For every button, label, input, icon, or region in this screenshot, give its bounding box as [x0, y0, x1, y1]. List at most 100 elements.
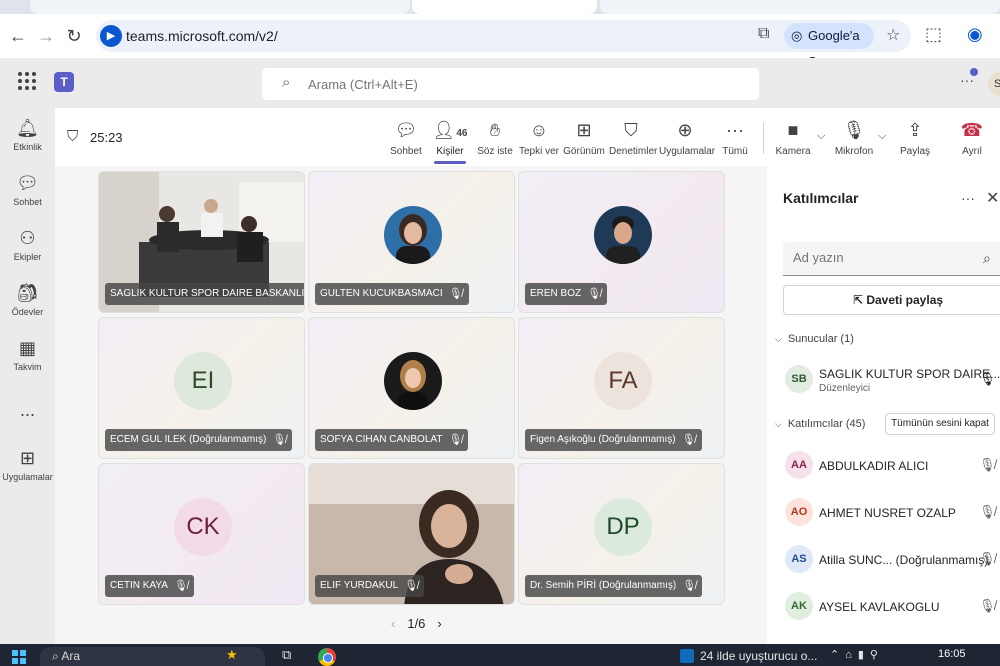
next-page-icon[interactable]: › — [437, 616, 441, 631]
apps-label: Uygulamalar — [659, 146, 716, 157]
moderation-button[interactable]: ⛉ Denetimler — [609, 118, 658, 162]
participant-name: ABDULKADIR ALICI — [819, 459, 929, 473]
video-tile[interactable]: CK CETIN KAYA 🎙︎̸ — [98, 463, 305, 605]
forward-icon[interactable]: → — [34, 24, 58, 48]
video-tile[interactable]: SAGLIK KULTUR SPOR DAIRE BASKANLIGI — [98, 171, 305, 313]
extensions-icon[interactable]: ⬚ — [925, 24, 942, 45]
app-launcher-icon[interactable] — [18, 72, 36, 90]
apps-button[interactable]: ⊕ Uygulamalar — [659, 118, 716, 162]
more-options-icon[interactable]: ··· — [961, 190, 975, 206]
participant-row[interactable]: AA ABDULKADIR ALICI 🎙︎̸ — [783, 448, 1000, 484]
participant-row[interactable]: SB SAGLIK KULTUR SPOR DAIRE... Düzenleyi… — [783, 362, 1000, 398]
participant-role: Düzenleyici — [819, 383, 871, 394]
mic-options-chevron-icon[interactable]: ⌵ — [878, 130, 886, 143]
mic-button[interactable]: 🎙︎ Mikrofon — [833, 118, 875, 162]
rail-item-apps[interactable]: ⊞ Uygulamalar — [0, 446, 55, 494]
url-text[interactable]: teams.microsoft.com/v2/ — [126, 28, 278, 44]
previous-page-icon[interactable]: ‹ — [391, 616, 395, 631]
participant-row[interactable]: AK AYSEL KAVLAKOGLU 🎙︎̸ — [783, 589, 1000, 625]
site-info-icon[interactable]: ▶ — [100, 25, 122, 47]
clock[interactable]: 16:05 — [938, 648, 966, 660]
participant-search-input[interactable] — [793, 250, 973, 265]
people-button[interactable]: 👤︎46 Kişiler — [430, 118, 470, 164]
video-tile[interactable]: EREN BOZ 🎙︎̸ — [518, 171, 725, 313]
chat-icon: 💬︎ — [16, 173, 39, 193]
leave-button[interactable]: ☎ Ayrıl — [957, 118, 987, 162]
presenters-section-toggle[interactable]: ⌵ Sunucular (1) — [775, 333, 854, 345]
browser-tab[interactable] — [30, 0, 410, 14]
participant-row[interactable]: AS Atilla SUNC... (Doğrulanmamış) 🎙︎̸ — [783, 542, 1000, 578]
news-icon[interactable] — [680, 649, 694, 663]
rail-item-calendar[interactable]: ▦ Takvim — [0, 336, 55, 384]
video-tile[interactable]: GULTEN KUCUKBASMACI 🎙︎̸ — [308, 171, 515, 313]
video-gallery: SAGLIK KULTUR SPOR DAIRE BASKANLIGI GULT… — [55, 166, 767, 644]
avatar: CK — [174, 498, 232, 556]
rail-label: Etkinlik — [13, 142, 42, 152]
rail-label: Ödevler — [11, 307, 44, 317]
mic-off-icon: 🎙︎̸ — [979, 504, 996, 519]
address-bar[interactable]: ▶ teams.microsoft.com/v2/ ⧉ ◎ Google'a S… — [96, 20, 911, 69]
share-button[interactable]: ⇪ Paylaş — [897, 118, 933, 162]
participant-search[interactable]: ⌕ — [783, 242, 1000, 276]
google-ask-button[interactable]: ◎ Google'a Sor — [784, 23, 874, 69]
browser-tab[interactable] — [600, 0, 1000, 14]
video-tile[interactable]: FA Figen Aşıkoğlu (Doğrulanmamış) 🎙︎̸ — [518, 317, 725, 459]
video-tile[interactable]: EI ECEM GUL ILEK (Doğrulanmamış) 🎙︎̸ — [98, 317, 305, 459]
mute-all-button[interactable]: Tümünün sesini kapat — [885, 413, 995, 435]
profile-icon[interactable]: ◉ — [967, 24, 983, 45]
avatar: FA — [594, 352, 652, 410]
moderation-label: Denetimler — [609, 146, 658, 157]
share-invite-button[interactable]: ⇱ Daveti paylaş — [783, 285, 1000, 315]
react-button[interactable]: ☺ Tepki ver — [519, 118, 559, 162]
windows-start-icon[interactable] — [12, 650, 26, 664]
attendees-header: Katılımcılar (45) — [787, 418, 866, 430]
participant-row[interactable]: AO AHMET NUSRET OZALP 🎙︎̸ — [783, 495, 1000, 531]
mic-off-icon: 🎙︎̸ — [681, 434, 696, 446]
bookmark-star-icon[interactable]: ☆ — [886, 25, 900, 45]
participant-name: GULTEN KUCUKBASMACI — [320, 288, 443, 299]
chat-button[interactable]: 💬︎ Sohbet — [386, 118, 426, 162]
widgets-icon[interactable]: ★ — [226, 647, 238, 663]
avatar[interactable]: S — [988, 72, 1000, 96]
participant-name-badge: CETIN KAYA 🎙︎̸ — [105, 575, 194, 597]
chrome-taskbar-icon[interactable] — [318, 648, 336, 666]
attendees-section-toggle[interactable]: ⌵ Katılımcılar (45) — [775, 418, 865, 430]
page-indicator: 1/6 — [407, 616, 426, 631]
microphone-icon: 🎙︎ — [979, 371, 996, 386]
rail-item-activity[interactable]: 🔔︎ Etkinlik — [0, 116, 55, 164]
video-tile[interactable]: DP Dr. Semih PİRİ (Doğrulanmamış) 🎙︎̸ — [518, 463, 725, 605]
camera-button[interactable]: ■ Kamera — [774, 118, 812, 162]
notification-dot — [970, 68, 978, 76]
teams-search[interactable]: ⌕ — [262, 68, 759, 100]
more-button[interactable]: ··· Tümü — [719, 118, 751, 162]
reload-icon[interactable]: ↻ — [62, 24, 86, 48]
teams-header: T ⌕ ··· S — [0, 58, 1000, 108]
raise-hand-button[interactable]: ✋︎ Söz iste — [475, 118, 515, 162]
participant-name: Atilla SUNC... (Doğrulanmamış) — [819, 553, 989, 567]
hand-icon: ✋︎ — [489, 120, 501, 140]
mic-off-icon: 🎙︎̸ — [404, 580, 419, 592]
news-headline[interactable]: 24 ilde uyuşturucu o... — [700, 649, 817, 663]
video-tile[interactable]: ELIF YURDAKUL 🎙︎̸ — [308, 463, 515, 605]
back-icon[interactable]: ← — [6, 24, 30, 48]
search-input[interactable] — [308, 73, 728, 95]
rail-item-chat[interactable]: 💬︎ Sohbet — [0, 171, 55, 219]
close-icon[interactable]: ✕ — [986, 188, 999, 208]
browser-tab-active[interactable] — [412, 0, 597, 14]
add-apps-icon: ⊕ — [677, 120, 693, 140]
browser-tab-strip — [0, 0, 1000, 14]
install-app-icon[interactable]: ⧉ — [758, 25, 769, 43]
mic-label: Mikrofon — [834, 146, 874, 157]
video-tile[interactable]: SOFYA CIHAN CANBOLAT 🎙︎̸ — [308, 317, 515, 459]
view-button[interactable]: ⊞ Görünüm — [563, 118, 605, 162]
rail-item-assignments[interactable]: 🎒︎ Ödevler — [0, 281, 55, 329]
teams-icon: ⚇ — [19, 228, 36, 248]
rail-item-more[interactable]: ... — [0, 398, 55, 446]
rail-item-teams[interactable]: ⚇ Ekipler — [0, 226, 55, 274]
task-view-icon[interactable]: ⧉ — [282, 647, 291, 663]
search-icon: ⌕ — [52, 649, 62, 663]
camera-options-chevron-icon[interactable]: ⌵ — [817, 130, 825, 143]
system-tray-icons[interactable]: ⌃⌂▮⚲ — [830, 648, 884, 661]
chat-icon: 💬︎ — [394, 120, 418, 140]
left-rail: 🔔︎ Etkinlik 💬︎ Sohbet ⚇ Ekipler 🎒︎ Ödevl… — [0, 108, 55, 644]
